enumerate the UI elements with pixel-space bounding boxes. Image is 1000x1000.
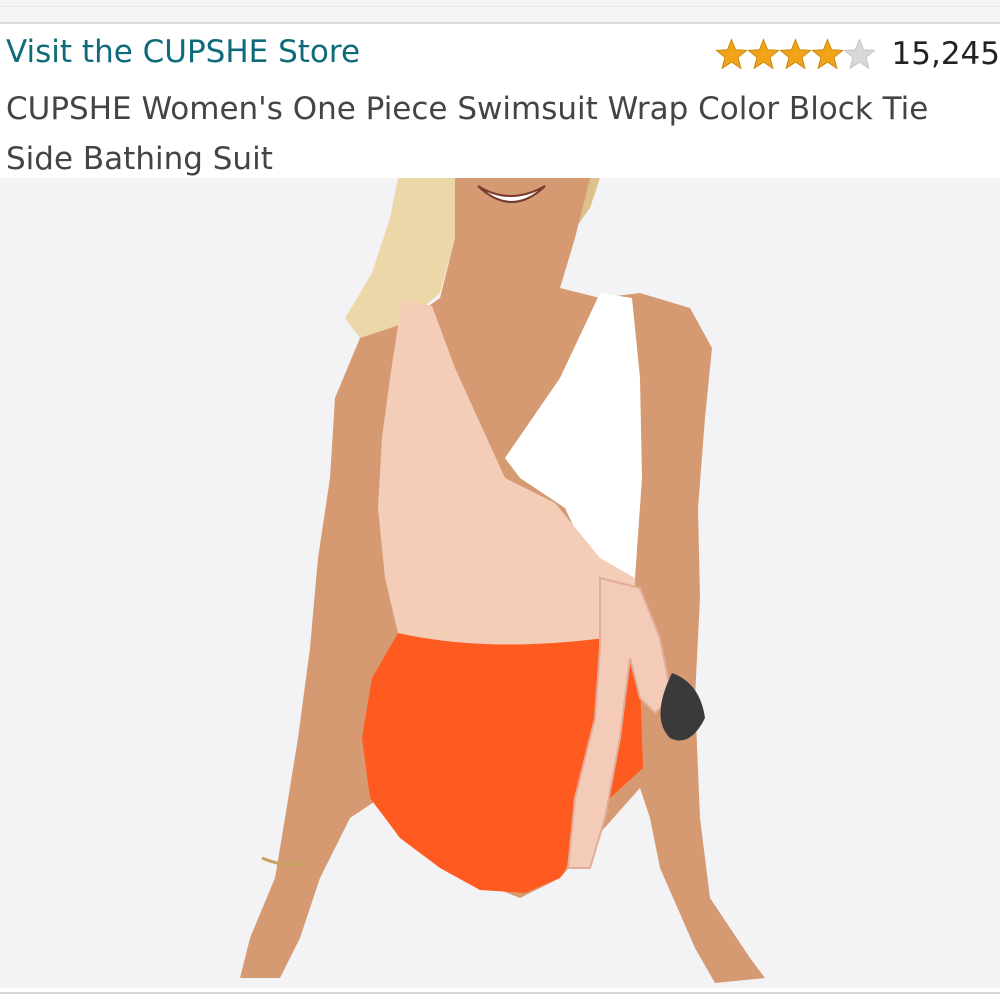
star-filled-icon (810, 37, 844, 69)
review-count[interactable]: 15,245 (892, 36, 1000, 72)
product-title: CUPSHE Women's One Piece Swimsuit Wrap C… (6, 91, 929, 177)
swimsuit-photo (240, 178, 765, 983)
top-toolbar-strip (0, 0, 1000, 24)
star-filled-icon (746, 37, 780, 69)
store-link[interactable]: Visit the CUPSHE Store (6, 34, 360, 70)
star-rating[interactable] (714, 37, 876, 71)
star-filled-icon (714, 37, 748, 69)
star-empty-icon (842, 37, 876, 69)
product-image[interactable] (0, 178, 1000, 988)
rating-summary: 15,245 (714, 34, 1000, 74)
toolbar-divider (0, 6, 1000, 7)
star-filled-icon (778, 37, 812, 69)
bottom-divider (0, 992, 1000, 994)
